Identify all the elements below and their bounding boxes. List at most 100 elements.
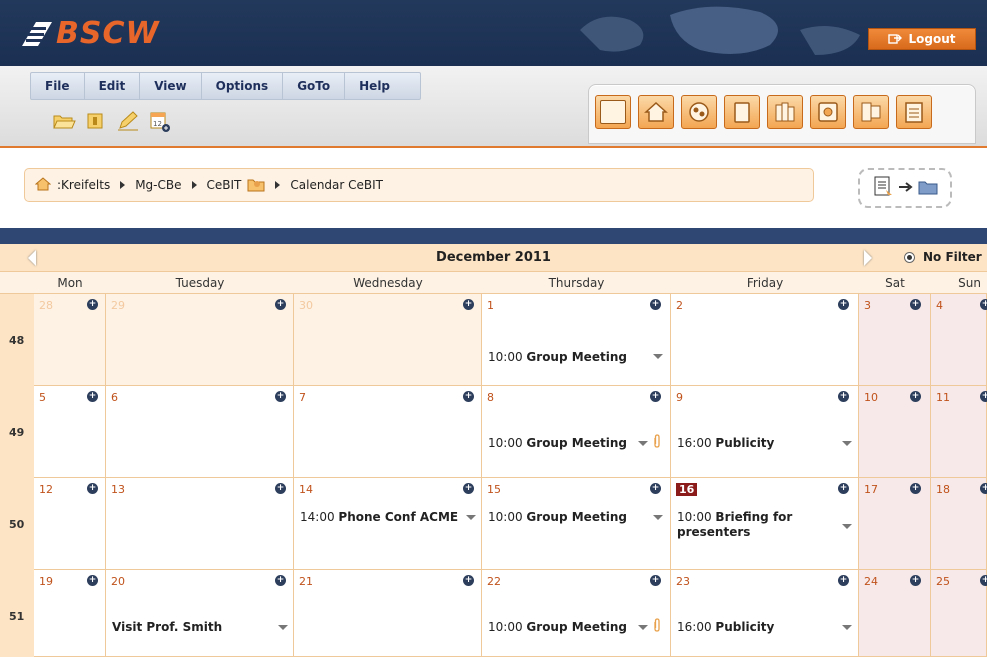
add-event-icon[interactable]: +	[275, 391, 286, 402]
day-number[interactable]: 8	[487, 391, 494, 404]
add-event-icon[interactable]: +	[980, 391, 987, 402]
day-cell[interactable]: 30 +	[294, 294, 482, 386]
add-event-icon[interactable]: +	[275, 575, 286, 586]
add-event-icon[interactable]: +	[87, 299, 98, 310]
day-number[interactable]: 15	[487, 483, 501, 496]
home-icon[interactable]	[34, 176, 52, 194]
event-menu-arrow-icon[interactable]	[842, 441, 852, 446]
add-event-icon[interactable]: +	[463, 391, 474, 402]
event-item[interactable]: 14:00 Phone Conf ACME	[300, 510, 458, 524]
event-menu-arrow-icon[interactable]	[653, 354, 663, 359]
day-number[interactable]: 12	[39, 483, 53, 496]
day-number[interactable]: 14	[299, 483, 313, 496]
add-event-icon[interactable]: +	[980, 483, 987, 494]
attachment-icon[interactable]	[652, 434, 662, 448]
day-number[interactable]: 30	[299, 299, 313, 312]
week-number[interactable]: 50	[0, 478, 34, 570]
day-cell[interactable]: 9 + 16:00 Publicity	[671, 386, 859, 478]
day-cell[interactable]: 6 +	[106, 386, 294, 478]
add-event-icon[interactable]: +	[463, 299, 474, 310]
day-number[interactable]: 20	[111, 575, 125, 588]
menu-goto[interactable]: GoTo	[283, 73, 346, 99]
add-event-icon[interactable]: +	[980, 575, 987, 586]
breadcrumb-item[interactable]: :Kreifelts	[57, 178, 110, 192]
day-cell[interactable]: 23 + 16:00 Publicity	[671, 570, 859, 657]
day-cell[interactable]: 13 +	[106, 478, 294, 570]
day-cell[interactable]: 20 + Visit Prof. Smith	[106, 570, 294, 657]
attachment-icon[interactable]	[652, 618, 662, 632]
week-number[interactable]: 48	[0, 294, 34, 386]
add-event-icon[interactable]: +	[650, 299, 661, 310]
event-item[interactable]: 10:00 Group Meeting	[488, 436, 627, 450]
day-number[interactable]: 6	[111, 391, 118, 404]
day-cell[interactable]: 11 +	[931, 386, 987, 478]
day-cell[interactable]: 22 + 10:00 Group Meeting	[482, 570, 671, 657]
day-cell[interactable]: 18 +	[931, 478, 987, 570]
day-cell[interactable]: 21 +	[294, 570, 482, 657]
event-item[interactable]: Visit Prof. Smith	[112, 620, 222, 634]
add-event-icon[interactable]: +	[275, 299, 286, 310]
properties-icon[interactable]	[84, 110, 106, 132]
add-event-icon[interactable]: +	[838, 483, 849, 494]
event-menu-arrow-icon[interactable]	[842, 625, 852, 630]
add-event-icon[interactable]: +	[87, 575, 98, 586]
menu-file[interactable]: File	[31, 73, 85, 99]
day-number[interactable]: 1	[487, 299, 494, 312]
week-number[interactable]: 49	[0, 386, 34, 478]
add-event-icon[interactable]: +	[910, 299, 921, 310]
day-number[interactable]: 25	[936, 575, 950, 588]
day-cell[interactable]: 25 +	[931, 570, 987, 657]
add-event-icon[interactable]: +	[838, 575, 849, 586]
add-event-icon[interactable]: +	[910, 391, 921, 402]
add-event-icon[interactable]: +	[650, 575, 661, 586]
notes-nav-icon[interactable]	[896, 95, 932, 129]
event-item[interactable]: 10:00 Group Meeting	[488, 510, 627, 524]
add-event-icon[interactable]: +	[910, 483, 921, 494]
day-number[interactable]: 10	[864, 391, 878, 404]
add-event-icon[interactable]: +	[87, 483, 98, 494]
day-number[interactable]: 21	[299, 575, 313, 588]
menu-view[interactable]: View	[140, 73, 202, 99]
day-number[interactable]: 9	[676, 391, 683, 404]
add-event-icon[interactable]: +	[650, 483, 661, 494]
day-cell[interactable]: 24 +	[859, 570, 931, 657]
event-item[interactable]: 16:00 Publicity	[677, 620, 774, 634]
breadcrumb-item[interactable]: CeBIT	[207, 178, 242, 192]
day-number[interactable]: 4	[936, 299, 943, 312]
day-number[interactable]: 23	[676, 575, 690, 588]
radio-selected-icon[interactable]	[904, 251, 915, 263]
day-number[interactable]: 18	[936, 483, 950, 496]
day-cell[interactable]: 1 + 10:00 Group Meeting	[482, 294, 671, 386]
day-number[interactable]: 2	[676, 299, 683, 312]
day-cell[interactable]: 5 +	[34, 386, 106, 478]
add-event-icon[interactable]: +	[463, 483, 474, 494]
next-month-button[interactable]	[860, 248, 876, 268]
day-cell[interactable]: 8 + 10:00 Group Meeting	[482, 386, 671, 478]
open-folder-icon[interactable]	[52, 110, 76, 132]
event-menu-arrow-icon[interactable]	[653, 515, 663, 520]
day-cell[interactable]: 15 + 10:00 Group Meeting	[482, 478, 671, 570]
day-cell[interactable]: 3 +	[859, 294, 931, 386]
add-event-icon[interactable]: +	[910, 575, 921, 586]
add-event-icon[interactable]: +	[87, 391, 98, 402]
day-number[interactable]: 17	[864, 483, 878, 496]
tasks-nav-icon[interactable]	[853, 95, 889, 129]
day-cell[interactable]: 12 +	[34, 478, 106, 570]
day-number[interactable]: 29	[111, 299, 125, 312]
event-menu-arrow-icon[interactable]	[638, 441, 648, 446]
day-cell[interactable]: 28 +	[34, 294, 106, 386]
breadcrumb-item[interactable]: Mg-CBe	[135, 178, 181, 192]
clipboard-nav-icon[interactable]	[724, 95, 760, 129]
day-number[interactable]: 11	[936, 391, 950, 404]
clipboard-paste-target[interactable]	[858, 168, 952, 208]
event-menu-arrow-icon[interactable]	[638, 625, 648, 630]
add-event-icon[interactable]: +	[275, 483, 286, 494]
add-appointment-icon[interactable]: 12	[148, 110, 170, 132]
logout-button[interactable]: Logout	[868, 28, 976, 50]
add-event-icon[interactable]: +	[980, 299, 987, 310]
event-menu-arrow-icon[interactable]	[842, 524, 852, 529]
menu-options[interactable]: Options	[202, 73, 284, 99]
menu-help[interactable]: Help	[345, 73, 420, 99]
event-item[interactable]: 10:00 Group Meeting	[488, 620, 627, 634]
event-item[interactable]: 16:00 Publicity	[677, 436, 774, 450]
